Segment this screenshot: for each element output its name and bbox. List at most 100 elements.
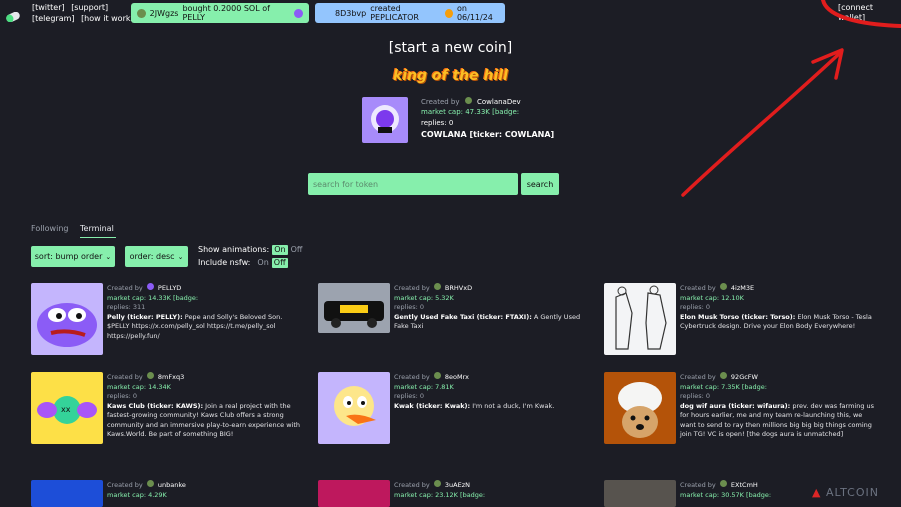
market-cap: market cap: 12.10K [680,293,744,302]
created-by-label: Created by [680,481,716,489]
chevron-down-icon: ⌄ [105,252,112,261]
king-coin-image[interactable] [362,97,408,143]
red-arrow-annotation [681,0,901,197]
king-market-cap: market cap: 47.33K [421,108,490,116]
animations-off-toggle[interactable]: Off [291,245,303,255]
creator-avatar-icon [433,480,441,487]
replies-count: replies: 0 [107,392,138,400]
coin-card[interactable]: Created by 4izM3E market cap: 12.10K rep… [604,283,879,373]
badge: [badge: [741,382,767,391]
coin-card[interactable]: Created by 3uAEzN market cap: 23.12K [ba… [318,480,593,507]
replies-count: replies: 0 [680,392,711,400]
replies-count: replies: 0 [680,303,711,311]
coin-card[interactable]: Created by PELLYD market cap: 14.33K [ba… [31,283,306,373]
animations-on-toggle[interactable]: On [272,245,288,255]
search-input[interactable]: search for token [308,173,518,195]
created-by-label: Created by [394,481,430,489]
coin-card[interactable]: Created by 8eoMrx market cap: 7.81K repl… [318,372,593,462]
how-it-works-link[interactable]: [how it works] [81,14,138,23]
creator-avatar-icon [433,283,441,290]
pill-logo-icon[interactable] [5,7,21,23]
create-user: 8D3bvp [335,8,367,18]
badge: [badge: [746,490,772,499]
coin-card[interactable]: Created by 92GcFW market cap: 7.35K [bad… [604,372,879,462]
buy-text: bought 0.2000 SOL of PELLY [182,4,270,22]
search-placeholder: search for token [313,179,379,189]
telegram-link[interactable]: [telegram] [32,14,75,23]
show-animations-label: Show animations: [198,245,270,254]
support-link[interactable]: [support] [71,3,108,12]
badge: [badge: [173,293,199,302]
creator-avatar-icon [719,283,727,290]
creator-name[interactable]: CowlanaDev [477,98,521,106]
altcoin-watermark: ▲ ALTCOIN [812,486,879,499]
badge: [badge: [460,490,486,499]
created-by-label: Created by [680,373,716,381]
king-coin-name[interactable]: COWLANA [ticker: COWLANA] [421,130,554,139]
creator-avatar-icon [719,372,727,379]
user-avatar-icon [137,8,146,18]
creator-name[interactable]: PELLYD [158,284,181,292]
coin-card[interactable]: Created by BRHVxD market cap: 5.32K repl… [318,283,593,373]
nsfw-off-toggle[interactable]: Off [271,258,288,268]
market-cap: market cap: 5.32K [394,293,454,302]
watermark-text: ALTCOIN [825,486,879,499]
buy-activity-pill[interactable]: 2JWgzs bought 0.2000 SOL of PELLY [131,3,309,23]
creator-avatar-icon [464,97,472,104]
replies-count: replies: 0 [394,303,425,311]
search-button[interactable]: search [521,173,559,195]
created-by-label: Created by [421,98,460,106]
watermark-logo-icon: ▲ [812,486,822,499]
creator-name[interactable]: BRHVxD [445,284,472,292]
coin-card[interactable]: Created by unbanke market cap: 4.29K [31,480,306,507]
market-cap: market cap: 14.33K [107,293,171,302]
market-cap: market cap: 7.81K [394,382,454,391]
tab-following[interactable]: Following [31,224,68,234]
nsfw-on-toggle[interactable]: On [257,258,268,268]
pelly-coin-image [31,283,103,355]
coin-card[interactable]: xx Created by 8mFxq3 market cap: 14.34K … [31,372,306,462]
creator-avatar-icon [146,283,154,290]
creator-avatar-icon [433,372,441,379]
king-replies: replies: 0 [421,119,454,127]
creator-avatar-icon [146,372,154,379]
create-date: on 06/11/24 [456,4,493,22]
coin-title: Gently Used Fake Taxi (ticker: FTAXI): [394,312,532,321]
creator-name[interactable]: EXtCmH [731,481,758,489]
sort-label: sort: bump order [34,252,103,261]
market-cap: market cap: 4.29K [107,490,167,499]
coin-image [604,480,676,507]
coin-image [31,480,103,507]
coin-title: dog wif aura (ticker: wifaura): [680,401,791,410]
creator-name[interactable]: 8eoMrx [445,373,469,381]
coin-description: I'm not a duck, I'm Kwak. [472,401,555,410]
creator-name[interactable]: 3uAEzN [445,481,470,489]
sort-dropdown[interactable]: sort: bump order ⌄ [31,246,115,267]
include-nsfw-label: Include nsfw: [198,258,251,267]
tab-terminal[interactable]: Terminal [80,224,114,234]
coin-image [318,480,390,507]
market-cap: market cap: 23.12K [394,490,458,499]
market-cap: market cap: 30.57K [680,490,744,499]
buy-user: 2JWgzs [149,8,179,18]
coin-title: Kwak (ticker: Kwak): [394,401,471,410]
order-dropdown[interactable]: order: desc ⌄ [125,246,188,267]
market-cap: market cap: 14.34K [107,382,171,391]
token-avatar-icon [294,8,303,18]
twitter-link[interactable]: [twitter] [32,3,65,12]
elon-torso-coin-image [604,283,676,355]
start-new-coin-link[interactable]: [start a new coin] [0,40,901,56]
replies-count: replies: 0 [394,392,425,400]
creator-name[interactable]: 4izM3E [731,284,754,292]
create-text: created PEPLICATOR [370,4,419,22]
market-cap: market cap: 7.35K [680,382,740,391]
king-of-the-hill-banner: king of the hill [393,68,508,84]
token-avatar-icon [445,8,453,18]
creator-name[interactable]: 92GcFW [731,373,758,381]
creator-name[interactable]: 8mFxq3 [158,373,184,381]
dog-wif-aura-coin-image [604,372,676,444]
creator-name[interactable]: unbanke [158,481,186,489]
kwak-coin-image [318,372,390,444]
create-activity-pill[interactable]: 8D3bvp created PEPLICATOR on 06/11/24 [315,3,505,23]
creator-avatar-icon [719,480,727,487]
